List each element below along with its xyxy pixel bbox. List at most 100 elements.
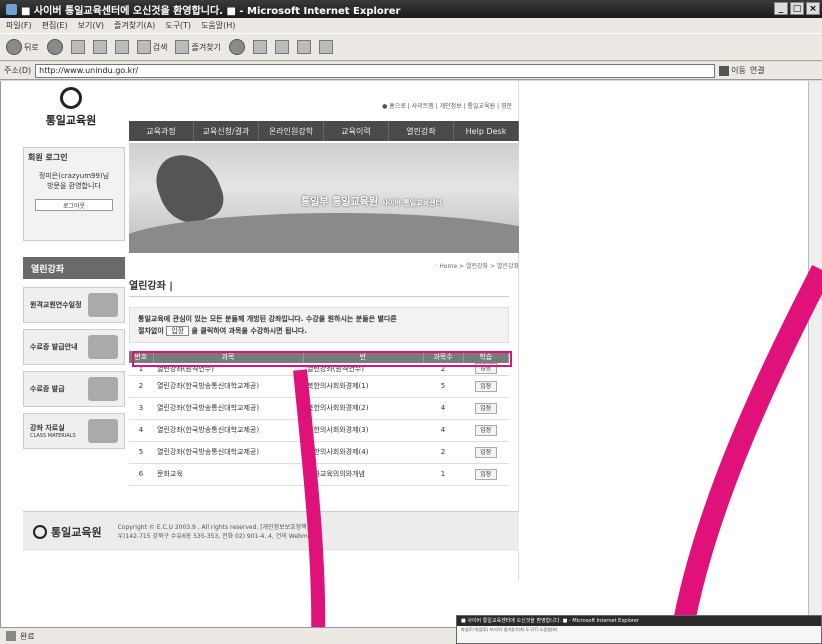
media-icon[interactable] [228,39,245,55]
links-button[interactable]: 연결 [750,65,765,76]
row-study: 입장 [463,375,509,398]
enter-button[interactable]: 입장 [474,402,497,414]
favorites-button[interactable]: 즐겨찾기 [175,40,221,54]
close-button[interactable]: × [806,2,820,15]
home-icon[interactable] [114,40,129,54]
row-subject: 열린강좌(한국방송통신대학교제공) [153,419,303,442]
refresh-icon[interactable] [92,40,107,54]
menu-file[interactable]: 파일(F) [6,20,32,31]
page-title: 열린강좌 | [129,277,509,297]
enter-button[interactable]: 입장 [474,424,497,436]
books-icon [88,419,118,443]
banner-subtitle: 사이버 통일교육센터 [381,199,442,207]
edit-icon[interactable] [318,40,333,54]
intro-text-a: 절차없이 [138,327,167,335]
col-count: 과목수 [423,351,464,363]
intro-enter-sample: 입장 [166,326,190,336]
search-icon [136,40,151,54]
forward-button[interactable] [46,39,63,55]
back-button[interactable]: 뒤로 [6,39,39,55]
menu-edit[interactable]: 편집(E) [42,20,68,31]
row-class: 열린강좌(원격연수) [303,363,423,376]
printer-icon [88,377,118,401]
nav-item-certificate[interactable]: 수료증 발급 [23,371,125,407]
table-row: 1 열린강좌(원격연수) 열린강좌(원격연수) 2 입장 [129,363,509,376]
address-bar: 주소(D) http://www.unindu.go.kr/ 이동 연결 [0,62,822,80]
gnb-online[interactable]: 온라인원강학 [259,121,324,141]
window-titlebar: ■ 사이버 통일교육센터에 오신것을 환영합니다. ■ - Microsoft … [0,0,822,18]
stop-icon[interactable] [70,40,85,54]
table-row: 4 열린강좌(한국방송통신대학교제공) 북한의사회와경제(3) 4 입장 [129,419,509,442]
gnb-open-course[interactable]: 열린강좌 [389,121,454,141]
row-class: 북한의사회와경제(2) [303,397,423,420]
row-no: 2 [129,375,153,398]
logout-button[interactable]: 로그아웃 [35,199,113,211]
menu-favorites[interactable]: 즐겨찾기(A) [114,20,155,31]
col-study: 학습 [463,351,509,363]
status-text: 완료 [20,631,35,641]
search-button[interactable]: 검색 [136,40,168,54]
row-count: 2 [423,441,463,464]
address-input[interactable]: http://www.unindu.go.kr/ [35,63,716,78]
row-subject: 열린강좌(한국방송통신대학교제공) [153,397,303,420]
menu-help[interactable]: 도움말(H) [201,20,235,31]
col-no: 번호 [129,351,154,363]
gnb-help[interactable]: Help Desk [454,121,519,141]
minimize-button[interactable]: _ [774,2,788,15]
page-done-icon [6,631,16,641]
top-links[interactable]: ● 홈으로 | 사이트맵 | 개인정보 | 통일교육원 | 영문 [382,101,512,110]
row-count: 4 [423,419,463,442]
second-window-menu: 파일(F) 편집(E) 보기(V) 즐겨찾기(A) 도구(T) 도움말(H) [461,627,558,632]
row-class: 북한의사회와경제(3) [303,419,423,442]
enter-button[interactable]: 입장 [474,446,497,458]
window-title: ■ 사이버 통일교육센터에 오신것을 환영합니다. ■ - Microsoft … [21,5,401,17]
site-logo[interactable]: 통일교육원 [23,87,119,141]
enter-button[interactable]: 입장 [474,380,497,392]
gnb-history[interactable]: 교육이력 [324,121,389,141]
row-subject: 열린강좌(한국방송통신대학교제공) [153,375,303,398]
row-count: 5 [423,375,463,398]
table-row: 6 문화교육 문화교육의의와개념 1 입장 [129,463,509,486]
history-icon[interactable] [252,40,267,54]
row-subject: 열린강좌(원격연수) [153,363,303,376]
mail-icon[interactable] [274,40,289,54]
nav-item-materials[interactable]: 강좌 자료실 CLASS MATERIALS [23,413,125,449]
row-no: 5 [129,441,153,464]
go-button[interactable]: 이동 [719,65,746,76]
search-label: 검색 [152,42,168,52]
nav-label: 강좌 자료실 [30,424,65,432]
col-subject: 과목 [153,351,304,363]
table-row: 3 열린강좌(한국방송통신대학교제공) 북한의사회와경제(2) 4 입장 [129,397,509,420]
back-label: 뒤로 [24,42,39,52]
row-subject: 문화교육 [153,463,303,486]
row-count: 1 [423,463,463,486]
window-controls: _ □ × [774,2,820,15]
nav-label: 원격교원연수일정 [30,301,82,309]
row-no: 4 [129,419,153,442]
content-area: · Home > 열린강좌 > 열린강좌 열린강좌 | 통일교육에 관심이 있는… [129,257,519,486]
gnb-apply[interactable]: 교육신청/결과 [194,121,259,141]
web-page: 통일교육원 ● 홈으로 | 사이트맵 | 개인정보 | 통일교육원 | 영문 교… [17,81,519,581]
second-browser-window[interactable]: ■ 사이버 통일교육센터에 오신것을 환영합니다. ■ - Microsoft … [456,615,822,644]
row-class: 북한의사회와경제(4) [303,441,423,464]
favorites-label: 즐겨찾기 [191,42,221,52]
gnb-courses[interactable]: 교육과정 [129,121,194,141]
nav-item-certificate-info[interactable]: 수료증 발급안내 [23,329,125,365]
menu-view[interactable]: 보기(V) [78,20,104,31]
intro-line-2: 절차없이 입장 을 클릭하여 과목을 수강하시면 됩니다. [138,325,500,337]
logo-icon [60,87,82,109]
nav-item-schedule[interactable]: 원격교원연수일정 [23,287,125,323]
course-table: 번호 과목 반 과목수 학습 1 열린강좌(원격연수) 열린강좌(원격연수) 2… [129,351,509,486]
enter-button[interactable]: 입장 [474,468,497,480]
enter-button[interactable]: 입장 [474,363,497,375]
browser-viewport: 통일교육원 ● 홈으로 | 사이트맵 | 개인정보 | 통일교육원 | 영문 교… [0,81,822,627]
nav-label: 수료증 발급 [30,385,65,393]
site-footer: 통일교육원 Copyright © E.C.U 2003.9 , All rig… [23,511,519,551]
maximize-button[interactable]: □ [790,2,804,15]
banner-title-main: 통일부 통일교육원 [301,197,379,208]
menu-bar: 파일(F) 편집(E) 보기(V) 즐겨찾기(A) 도구(T) 도움말(H) [0,18,822,33]
row-class: 문화교육의의와개념 [303,463,423,486]
vertical-scrollbar[interactable] [808,81,822,627]
print-icon[interactable] [296,40,311,54]
menu-tools[interactable]: 도구(T) [165,20,191,31]
